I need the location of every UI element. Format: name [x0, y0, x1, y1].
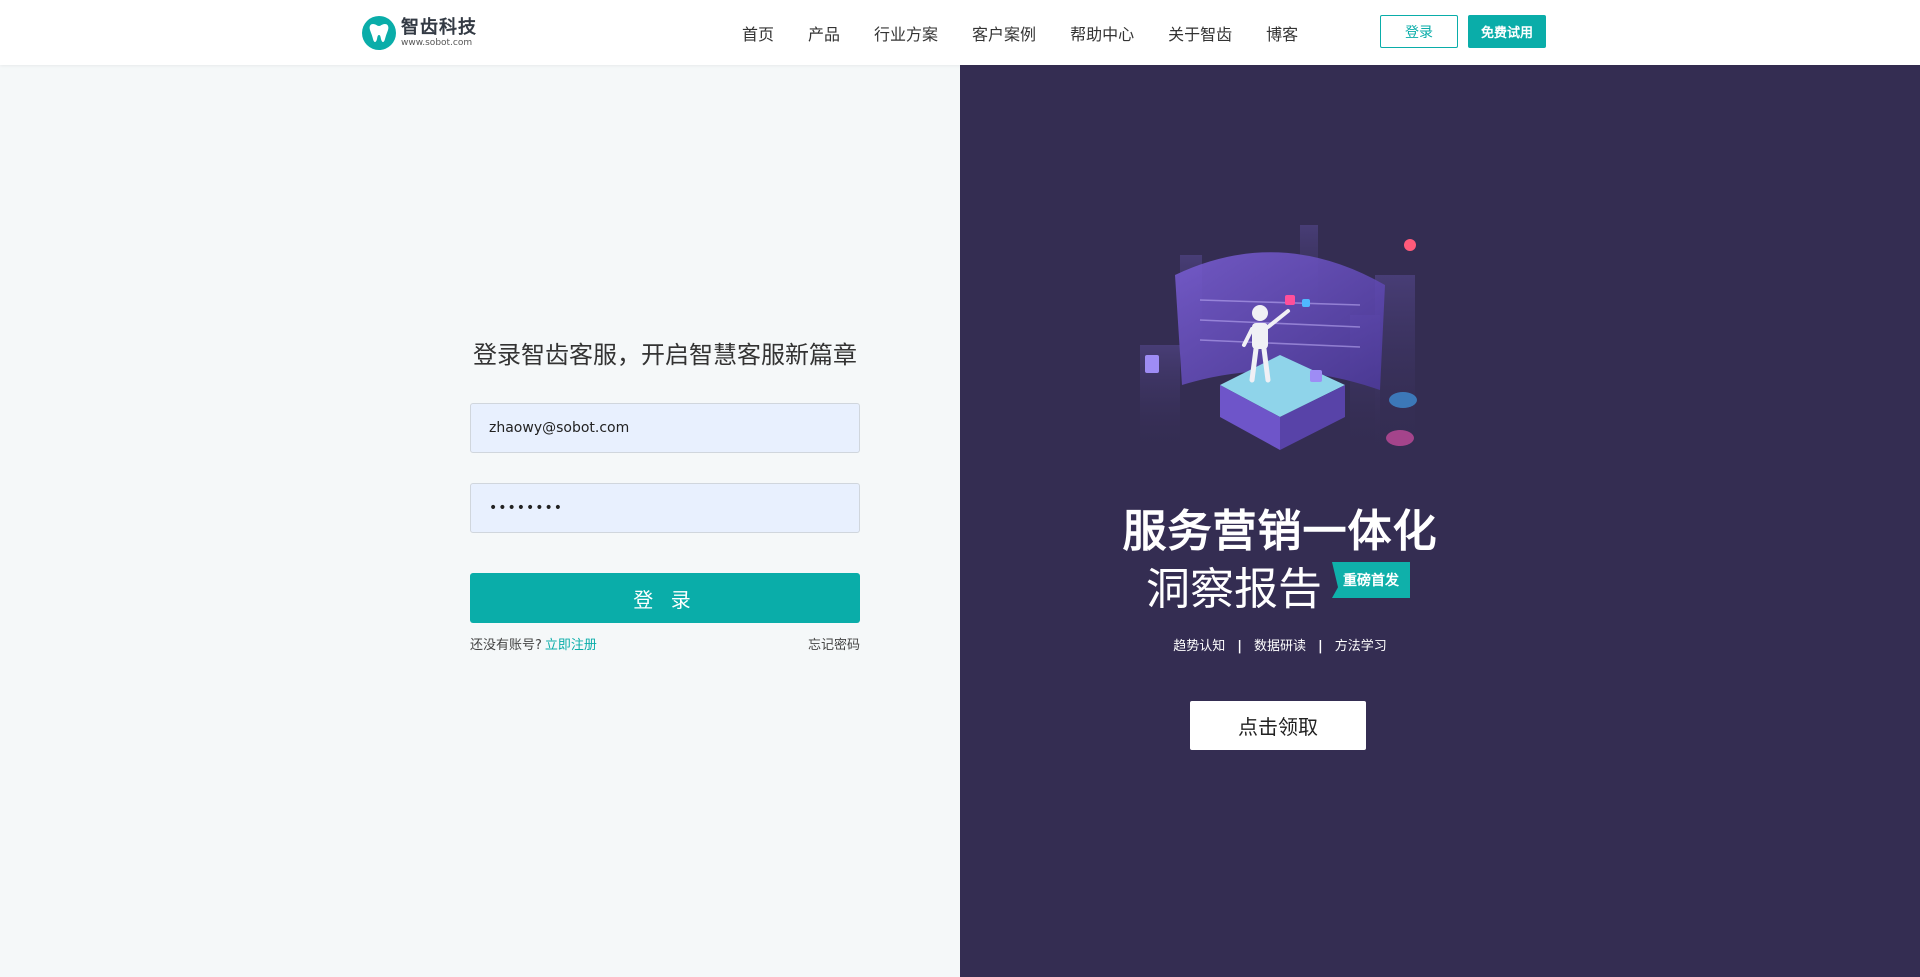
no-account-prompt: 还没有账号? 立即注册 [470, 634, 597, 653]
tooth-icon [362, 16, 396, 50]
promo-panel: 服务营销一体化 洞察报告 重磅首发 趋势认知 | 数据研读 | 方法学习 点击领取 [960, 65, 1920, 977]
promo-tags: 趋势认知 | 数据研读 | 方法学习 [960, 635, 1600, 654]
nav-item-products[interactable]: 产品 [808, 21, 840, 45]
top-header: 智齿科技 www.sobot.com 首页 产品 行业方案 客户案例 帮助中心 … [0, 0, 1920, 65]
tag-separator: | [1237, 639, 1242, 654]
logo-name: 智齿科技 [401, 17, 477, 38]
tag-separator: | [1318, 639, 1323, 654]
register-link[interactable]: 立即注册 [545, 638, 597, 653]
promo-tag: 方法学习 [1334, 639, 1387, 654]
logo-text: 智齿科技 www.sobot.com [401, 17, 477, 49]
promo-tag: 数据研读 [1253, 639, 1306, 654]
brand-logo[interactable]: 智齿科技 www.sobot.com [362, 14, 477, 52]
header-login-button[interactable]: 登录 [1380, 15, 1458, 48]
nav-item-help[interactable]: 帮助中心 [1070, 21, 1134, 45]
nav-item-about[interactable]: 关于智齿 [1168, 21, 1232, 45]
nav-item-solutions[interactable]: 行业方案 [874, 21, 938, 45]
login-title: 登录智齿客服，开启智慧客服新篇章 [473, 341, 857, 369]
nav-item-blog[interactable]: 博客 [1266, 21, 1298, 45]
nav-item-cases[interactable]: 客户案例 [972, 21, 1036, 45]
main-nav: 首页 产品 行业方案 客户案例 帮助中心 关于智齿 博客 [742, 0, 1298, 65]
no-account-text: 还没有账号? [470, 638, 542, 653]
login-links-row: 还没有账号? 立即注册 忘记密码 [470, 634, 860, 654]
claim-report-button[interactable]: 点击领取 [1190, 701, 1366, 750]
nav-item-home[interactable]: 首页 [742, 21, 774, 45]
free-trial-button[interactable]: 免费试用 [1468, 15, 1546, 48]
login-panel: 登录智齿客服，开启智慧客服新篇章 登 录 还没有账号?立即注册 忘记密码 [0, 65, 960, 977]
promo-title-line1: 服务营销一体化 [1122, 506, 1438, 557]
robot-illustration [1140, 225, 1417, 455]
email-field[interactable] [470, 403, 860, 453]
password-field[interactable] [470, 483, 860, 533]
promo-tag: 趋势认知 [1173, 639, 1226, 654]
login-submit-button[interactable]: 登 录 [470, 573, 860, 623]
promo-badge: 重磅首发 [1332, 562, 1410, 598]
promo-title-line2: 洞察报告 [1146, 564, 1322, 615]
logo-url: www.sobot.com [401, 38, 473, 48]
forgot-password-link[interactable]: 忘记密码 [808, 634, 860, 653]
